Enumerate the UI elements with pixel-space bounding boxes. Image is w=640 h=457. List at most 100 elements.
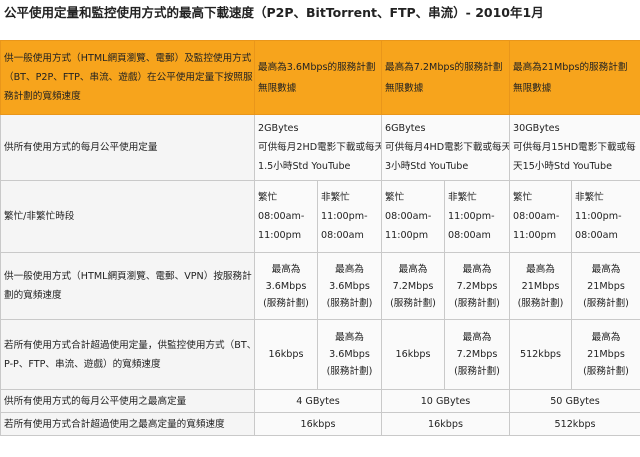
speed-value: 3.6Mbps — [265, 280, 307, 292]
plan-data: 無限數據 — [513, 82, 552, 94]
peak-type: 繁忙 — [513, 192, 533, 203]
max-exceeded-label: 若所有使用方式合計超過使用之最高定量的寬頻速度 — [0, 412, 255, 436]
peak-type: 非繁忙 — [448, 192, 477, 203]
header-label-line: 務計劃的寬頻速度 — [4, 91, 81, 102]
peak-type: 非繁忙 — [575, 192, 604, 203]
throttled-speed-cell: 16kbps — [381, 319, 445, 390]
general-speed-row: 供一般使用方式（HTML網頁瀏覽、電郵、VPN）按服務計 劃的寬頻速度 最高為 … — [0, 252, 640, 320]
speed-value: 21Mbps — [587, 280, 625, 292]
speed-note: (服務計劃) — [326, 297, 373, 309]
label-line: 若所有使用方式合計超過使用定量，供監控使用方式（BT、 — [4, 339, 255, 351]
speed-note: (服務計劃) — [583, 366, 629, 377]
speed-note: (服務計劃) — [263, 297, 309, 309]
speed-value: 3.6Mbps — [329, 280, 370, 292]
quota-desc: 可供每月15HD電影下載或每 — [513, 142, 636, 153]
speed-cell: 最高為 3.6Mbps (服務計劃) — [254, 252, 318, 320]
speed-note: (服務計劃) — [390, 297, 436, 309]
speed-note: (服務計劃) — [454, 297, 500, 309]
monthly-quota-cell: 6GBytes 可供每月4HD電影下載或每天 3小時Std YouTube — [381, 114, 510, 181]
max-quota-label: 供所有使用方式的每月公平使用之最高定量 — [0, 389, 255, 413]
peak-type: 非繁忙 — [321, 192, 350, 203]
peak-start: 11:00pm- — [575, 211, 622, 222]
peak-end: 11:00pm — [385, 230, 429, 241]
throttled-speed-cell: 16kbps — [254, 319, 318, 390]
speed-prefix: 最高為 — [335, 263, 364, 275]
speed-value: 3.6Mbps — [329, 349, 370, 360]
plan-name: 最高為21Mbps的服務計劃 — [513, 61, 628, 73]
speed-prefix: 最高為 — [271, 263, 301, 275]
speed-cell: 最高為 7.2Mbps (服務計劃) — [381, 252, 445, 320]
max-quota-row: 供所有使用方式的每月公平使用之最高定量 4 GBytes 10 GBytes 5… — [0, 389, 640, 413]
peak-end: 08:00am — [575, 230, 618, 241]
plan-name: 最高為3.6Mbps的服務計劃 — [258, 61, 376, 73]
speed-prefix: 最高為 — [526, 263, 555, 275]
speed-prefix: 最高為 — [398, 263, 428, 275]
peak-end: 08:00am — [448, 230, 491, 241]
peak-start: 08:00am- — [513, 211, 560, 222]
max-quota-cell: 50 GBytes — [508, 389, 640, 413]
monthly-quota-row: 供所有使用方式的每月公平使用定量 2GBytes 可供每月2HD電影下載或每天 … — [0, 114, 640, 181]
speed-cell: 最高為 21Mbps (服務計劃) — [509, 252, 572, 320]
peak-end: 11:00pm — [258, 230, 302, 241]
header-label-line: 供一般使用方式（HTML網頁瀏覽、電郵）及監控使用方式 — [4, 53, 252, 64]
quota-value: 30GBytes — [513, 123, 560, 134]
speed-prefix: 最高為 — [462, 263, 492, 275]
exceeded-speed-row: 若所有使用方式合計超過使用定量，供監控使用方式（BT、 P-P、FTP、串流、遊… — [0, 319, 640, 390]
quota-desc: 1.5小時Std YouTube — [258, 161, 351, 172]
quota-value: 2GBytes — [258, 123, 299, 134]
max-exceeded-cell: 16kbps — [254, 412, 382, 436]
quota-desc: 天15小時Std YouTube — [513, 161, 612, 172]
peak-start: 08:00am- — [385, 211, 432, 222]
peak-end: 11:00pm — [513, 230, 557, 241]
max-exceeded-cell: 16kbps — [381, 412, 510, 436]
speed-note: (服務計劃) — [583, 297, 629, 309]
offpeak-cell: 非繁忙 11:00pm- 08:00am — [444, 180, 510, 253]
max-exceeded-row: 若所有使用方式合計超過使用之最高定量的寬頻速度 16kbps 16kbps 51… — [0, 412, 640, 436]
speed-note: (服務計劃) — [454, 366, 500, 377]
page-title: 公平使用定量和監控使用方式的最高下載速度（P2P、BitTorrent、FTP、… — [4, 5, 544, 20]
speed-prefix: 最高為 — [591, 263, 621, 275]
quota-desc: 3小時Std YouTube — [385, 161, 469, 172]
plan-comparison-table: 供一般使用方式（HTML網頁瀏覽、電郵）及監控使用方式 （BT、P2P、FTP、… — [0, 40, 640, 436]
offpeak-cell: 非繁忙 11:00pm- 08:00am — [317, 180, 382, 253]
plan-header-3-6mbps: 最高為3.6Mbps的服務計劃 無限數據 — [254, 40, 382, 115]
speed-note: (服務計劃) — [517, 297, 564, 309]
peak-type: 繁忙 — [385, 192, 405, 203]
label-line: P-P、FTP、串流、遊戲）的寬頻速度 — [4, 358, 161, 370]
monthly-quota-cell: 30GBytes 可供每月15HD電影下載或每 天15小時Std YouTube — [508, 114, 640, 181]
throttled-speed-cell: 512kbps — [509, 319, 572, 390]
plan-header-7-2mbps: 最高為7.2Mbps的服務計劃 無限數據 — [381, 40, 510, 115]
peak-end: 08:00am — [321, 230, 364, 241]
speed-prefix: 最高為 — [335, 332, 364, 343]
max-quota-cell: 4 GBytes — [254, 389, 382, 413]
max-exceeded-cell: 512kbps — [508, 412, 640, 436]
peak-type: 繁忙 — [258, 192, 278, 203]
speed-cell: 最高為 3.6Mbps (服務計劃) — [317, 252, 382, 320]
speed-value: 7.2Mbps — [456, 280, 498, 292]
plan-name: 最高為7.2Mbps的服務計劃 — [385, 61, 503, 73]
plan-data: 無限數據 — [385, 82, 424, 94]
label-line: 劃的寬頻速度 — [4, 290, 62, 301]
speed-cell: 最高為 21Mbps (服務計劃) — [570, 252, 640, 320]
header-label-cell: 供一般使用方式（HTML網頁瀏覽、電郵）及監控使用方式 （BT、P2P、FTP、… — [0, 40, 255, 115]
speed-value: 21Mbps — [587, 349, 625, 360]
speed-cell: 最高為 21Mbps (服務計劃) — [570, 319, 640, 390]
peak-start: 08:00am- — [258, 211, 305, 222]
monthly-quota-cell: 2GBytes 可供每月2HD電影下載或每天 1.5小時Std YouTube — [254, 114, 382, 181]
peak-hours-label: 繁忙/非繁忙時段 — [0, 180, 255, 253]
speed-note: (服務計劃) — [326, 366, 373, 377]
peak-cell: 繁忙 08:00am- 11:00pm — [381, 180, 445, 253]
max-quota-cell: 10 GBytes — [381, 389, 510, 413]
speed-prefix: 最高為 — [462, 332, 492, 343]
table-header-row: 供一般使用方式（HTML網頁瀏覽、電郵）及監控使用方式 （BT、P2P、FTP、… — [0, 40, 640, 115]
speed-prefix: 最高為 — [591, 332, 621, 343]
label-line: 供一般使用方式（HTML網頁瀏覽、電郵、VPN）按服務計 — [4, 271, 252, 282]
plan-header-21mbps: 最高為21Mbps的服務計劃 無限數據 — [508, 40, 640, 115]
exceeded-speed-label: 若所有使用方式合計超過使用定量，供監控使用方式（BT、 P-P、FTP、串流、遊… — [0, 319, 255, 390]
general-speed-label: 供一般使用方式（HTML網頁瀏覽、電郵、VPN）按服務計 劃的寬頻速度 — [0, 252, 255, 320]
offpeak-cell: 非繁忙 11:00pm- 08:00am — [570, 180, 640, 253]
peak-hours-row: 繁忙/非繁忙時段 繁忙 08:00am- 11:00pm 非繁忙 11:00pm… — [0, 180, 640, 253]
quota-value: 6GBytes — [385, 123, 426, 134]
quota-desc: 可供每月4HD電影下載或每天 — [385, 142, 510, 153]
peak-start: 11:00pm- — [321, 211, 368, 222]
